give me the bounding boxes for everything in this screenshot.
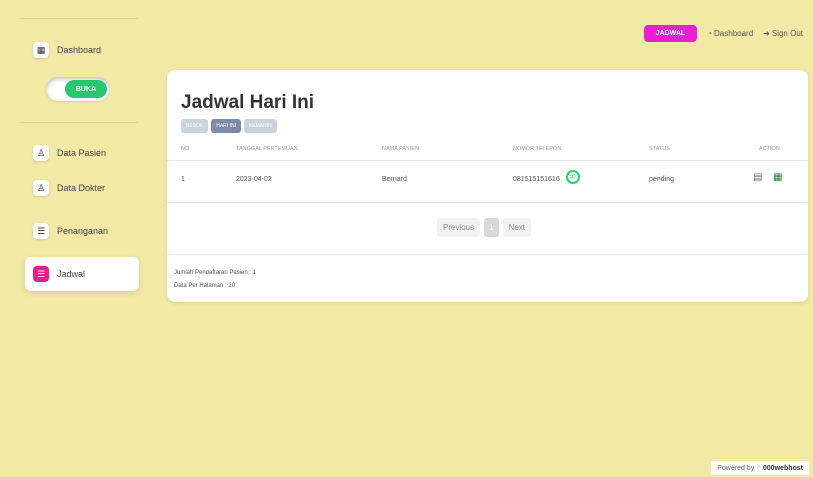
column-header-name: NAMA PASIEN (382, 146, 419, 152)
column-header-no: NO (181, 146, 190, 152)
tab-kemarin[interactable]: KEMARIN (243, 119, 277, 133)
signout-link[interactable]: ➜ Sign Out (763, 29, 803, 38)
tab-besok[interactable]: BESOK (181, 119, 209, 133)
toggle-knob: BUKA (65, 80, 107, 98)
sidebar-item-label: Dashboard (57, 45, 102, 55)
sidebar-item-data-pasien[interactable]: ♙ Data Pasien (25, 136, 139, 170)
delete-schedule-icon[interactable]: ▤ (753, 172, 764, 183)
webhost-logo-icon: ◜ (757, 465, 760, 472)
jadwal-button[interactable]: JADWAL (643, 25, 698, 42)
previous-button[interactable]: Previous (437, 218, 481, 237)
column-header-date: TANGGAL PERTEMUAN (236, 146, 298, 152)
signout-icon: ➜ (763, 29, 770, 38)
sidebar-item-label: Data Pasien (57, 148, 107, 158)
cell-no: 1 (181, 176, 185, 183)
whatsapp-icon[interactable]: ✆ (566, 170, 580, 184)
powered-by-label: Powered by (717, 464, 755, 472)
list-icon: ☰ (33, 266, 49, 282)
table-divider (167, 160, 808, 161)
tab-hari-ini[interactable]: HARI INI (211, 119, 241, 133)
sidebar-divider (20, 18, 138, 19)
cell-name: Bernard (382, 176, 407, 183)
sidebar-item-label: Penanganan (57, 226, 109, 236)
sidebar: ▦ Dashboard BUKA ♙ Data Pasien ♙ Data Do… (0, 0, 150, 477)
building-icon: ▦ (33, 42, 49, 58)
sidebar-item-label: Data Dokter (57, 183, 106, 193)
cell-phone: 081515151616 (513, 176, 560, 183)
gauge-icon: ◔ (707, 29, 713, 38)
sidebar-item-data-dokter[interactable]: ♙ Data Dokter (25, 171, 139, 205)
day-tabs: BESOK HARI INI KEMARIN (181, 119, 277, 133)
column-header-phone: NOMOR TELEPON (513, 146, 562, 152)
table-divider (167, 254, 808, 255)
page-1-button[interactable]: 1 (484, 218, 499, 237)
column-header-action: ACTION (759, 146, 780, 152)
top-nav: JADWAL ◔ Dashboard ➜ Sign Out (643, 25, 803, 42)
sidebar-item-dashboard[interactable]: ▦ Dashboard (25, 33, 139, 67)
user-plus-icon: ♙ (33, 145, 49, 161)
dashboard-link-label: Dashboard (714, 29, 754, 38)
list-icon: ☰ (33, 223, 49, 239)
powered-by-badge[interactable]: Powered by ◜ 000webhost (711, 461, 809, 475)
sidebar-item-label: Jadwal (57, 269, 86, 279)
calendar-icon[interactable]: ▦ (773, 172, 784, 183)
dashboard-link[interactable]: ◔ Dashboard (707, 29, 753, 38)
registration-count: Jumlah Pendaftaran Pasien : 1 (174, 270, 257, 276)
user-plus-icon: ♙ (33, 180, 49, 196)
pagination: Previous 1 Next (437, 218, 532, 237)
registration-info: Jumlah Pendaftaran Pasien : 1 Data Per H… (174, 267, 256, 293)
powered-by-brand: 000webhost (762, 464, 803, 472)
sidebar-item-penanganan[interactable]: ☰ Penanganan (25, 214, 139, 248)
signout-link-label: Sign Out (771, 29, 803, 38)
cell-date: 2023-04-02 (236, 176, 272, 183)
sidebar-toggle[interactable]: BUKA (46, 77, 110, 101)
column-header-status: STATUS (649, 146, 670, 152)
next-button[interactable]: Next (502, 218, 532, 237)
per-page-info: Data Per Halaman : 20 (174, 283, 236, 289)
cell-status: pending (649, 176, 674, 183)
schedule-card: Jadwal Hari Ini BESOK HARI INI KEMARIN N… (167, 70, 808, 302)
sidebar-divider (20, 122, 138, 123)
page-title: Jadwal Hari Ini (181, 92, 315, 113)
table-divider (167, 202, 808, 203)
sidebar-item-jadwal[interactable]: ☰ Jadwal (25, 257, 139, 291)
